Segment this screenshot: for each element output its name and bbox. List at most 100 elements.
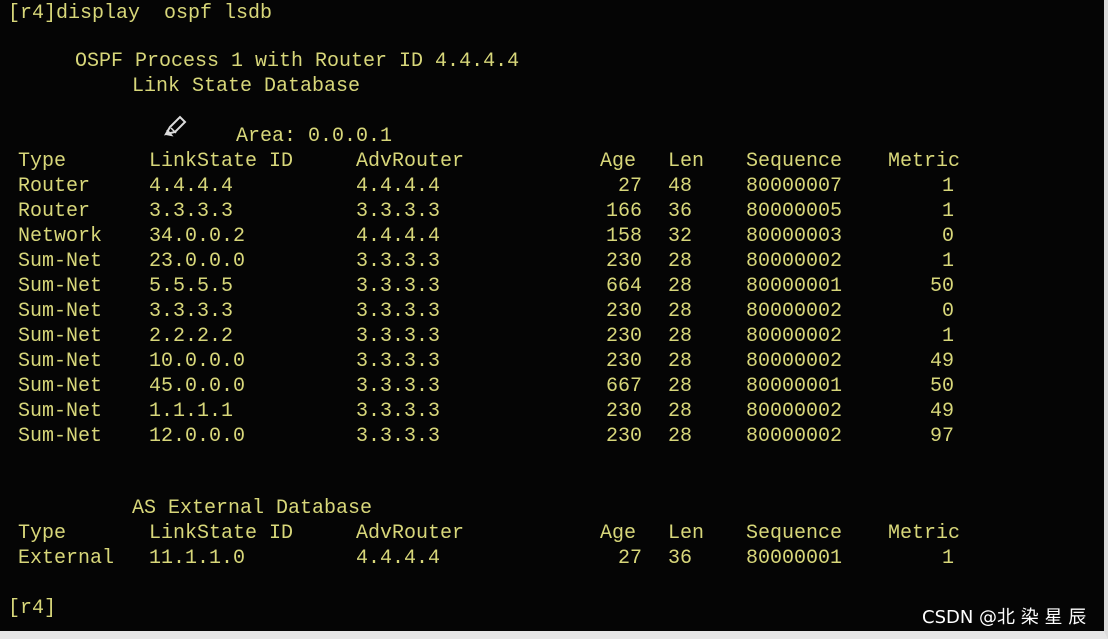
terminal-window[interactable]: [r4]display ospf lsdb OSPF Process 1 wit…	[0, 0, 1108, 639]
header-adv-router: AdvRouter	[356, 522, 465, 545]
row-9-type: Sum-Net	[18, 375, 103, 398]
area-label: Area: 0.0.0.1	[236, 125, 393, 148]
row-2-type: Router	[18, 200, 91, 223]
row-3-type: Network	[18, 225, 103, 248]
row-1-metric: 1	[941, 175, 954, 198]
header-age: Age	[600, 522, 637, 545]
row-11-sequence: 80000002	[746, 425, 843, 448]
header-type: Type	[18, 150, 67, 173]
row-1-adv-router: 4.4.4.4	[356, 175, 441, 198]
header-metric: Metric	[888, 522, 961, 545]
row-4-age: 230	[605, 250, 642, 273]
row-11-metric: 97	[929, 425, 954, 448]
row-3-link-state-id: 34.0.0.2	[149, 225, 246, 248]
csdn-watermark: CSDN @北 染 星 辰	[922, 607, 1087, 628]
row-1-link-state-id: 11.1.1.0	[149, 547, 246, 570]
row-6-metric: 0	[941, 300, 954, 323]
row-7-metric: 1	[941, 325, 954, 348]
row-11-link-state-id: 12.0.0.0	[149, 425, 246, 448]
row-4-type: Sum-Net	[18, 250, 103, 273]
row-1-type: Router	[18, 175, 91, 198]
row-2-sequence: 80000005	[746, 200, 843, 223]
row-10-type: Sum-Net	[18, 400, 103, 423]
header-len: Len	[668, 150, 705, 173]
header-type: Type	[18, 522, 67, 545]
row-8-metric: 49	[929, 350, 954, 373]
row-7-adv-router: 3.3.3.3	[356, 325, 441, 348]
row-5-metric: 50	[929, 275, 954, 298]
row-3-sequence: 80000003	[746, 225, 843, 248]
header-sequence: Sequence	[746, 150, 843, 173]
row-1-age: 27	[617, 547, 642, 570]
row-9-len: 28	[668, 375, 693, 398]
row-2-len: 36	[668, 200, 693, 223]
row-1-link-state-id: 4.4.4.4	[149, 175, 234, 198]
row-6-age: 230	[605, 300, 642, 323]
row-11-type: Sum-Net	[18, 425, 103, 448]
row-2-age: 166	[605, 200, 642, 223]
row-8-age: 230	[605, 350, 642, 373]
header-len: Len	[668, 522, 705, 545]
row-11-adv-router: 3.3.3.3	[356, 425, 441, 448]
row-2-metric: 1	[941, 200, 954, 223]
row-7-sequence: 80000002	[746, 325, 843, 348]
row-8-sequence: 80000002	[746, 350, 843, 373]
header-link-state-id: LinkState ID	[149, 522, 294, 545]
row-1-sequence: 80000007	[746, 175, 843, 198]
row-1-metric: 1	[941, 547, 954, 570]
command-line: [r4]display ospf lsdb	[8, 2, 273, 25]
row-8-link-state-id: 10.0.0.0	[149, 350, 246, 373]
link-state-database-title: Link State Database	[132, 75, 361, 98]
row-3-age: 158	[605, 225, 642, 248]
terminal-prompt[interactable]: [r4]	[8, 597, 56, 621]
row-7-len: 28	[668, 325, 693, 348]
row-2-adv-router: 3.3.3.3	[356, 200, 441, 223]
row-1-adv-router: 4.4.4.4	[356, 547, 441, 570]
row-1-len: 48	[668, 175, 693, 198]
header-link-state-id: LinkState ID	[149, 150, 294, 173]
row-7-age: 230	[605, 325, 642, 348]
row-4-link-state-id: 23.0.0.0	[149, 250, 246, 273]
row-10-sequence: 80000002	[746, 400, 843, 423]
row-3-metric: 0	[941, 225, 954, 248]
row-6-sequence: 80000002	[746, 300, 843, 323]
row-9-sequence: 80000001	[746, 375, 843, 398]
header-age: Age	[600, 150, 637, 173]
row-8-adv-router: 3.3.3.3	[356, 350, 441, 373]
row-7-type: Sum-Net	[18, 325, 103, 348]
row-8-type: Sum-Net	[18, 350, 103, 373]
pen-cursor-icon	[164, 115, 187, 137]
row-8-len: 28	[668, 350, 693, 373]
row-3-adv-router: 4.4.4.4	[356, 225, 441, 248]
row-9-adv-router: 3.3.3.3	[356, 375, 441, 398]
row-10-link-state-id: 1.1.1.1	[149, 400, 234, 423]
row-1-len: 36	[668, 547, 693, 570]
row-1-sequence: 80000001	[746, 547, 843, 570]
row-10-len: 28	[668, 400, 693, 423]
row-5-adv-router: 3.3.3.3	[356, 275, 441, 298]
row-11-len: 28	[668, 425, 693, 448]
row-11-age: 230	[605, 425, 642, 448]
row-5-sequence: 80000001	[746, 275, 843, 298]
row-2-link-state-id: 3.3.3.3	[149, 200, 234, 223]
row-10-adv-router: 3.3.3.3	[356, 400, 441, 423]
row-9-age: 667	[605, 375, 642, 398]
header-metric: Metric	[888, 150, 961, 173]
external-database-title: AS External Database	[132, 497, 373, 520]
row-6-type: Sum-Net	[18, 300, 103, 323]
row-4-metric: 1	[941, 250, 954, 273]
row-6-adv-router: 3.3.3.3	[356, 300, 441, 323]
row-9-link-state-id: 45.0.0.0	[149, 375, 246, 398]
ospf-process-line: OSPF Process 1 with Router ID 4.4.4.4	[75, 50, 520, 73]
header-adv-router: AdvRouter	[356, 150, 465, 173]
row-7-link-state-id: 2.2.2.2	[149, 325, 234, 348]
row-4-len: 28	[668, 250, 693, 273]
row-6-link-state-id: 3.3.3.3	[149, 300, 234, 323]
row-5-link-state-id: 5.5.5.5	[149, 275, 234, 298]
row-4-sequence: 80000002	[746, 250, 843, 273]
row-9-metric: 50	[929, 375, 954, 398]
header-sequence: Sequence	[746, 522, 843, 545]
row-1-type: External	[18, 547, 115, 570]
row-10-metric: 49	[929, 400, 954, 423]
row-6-len: 28	[668, 300, 693, 323]
